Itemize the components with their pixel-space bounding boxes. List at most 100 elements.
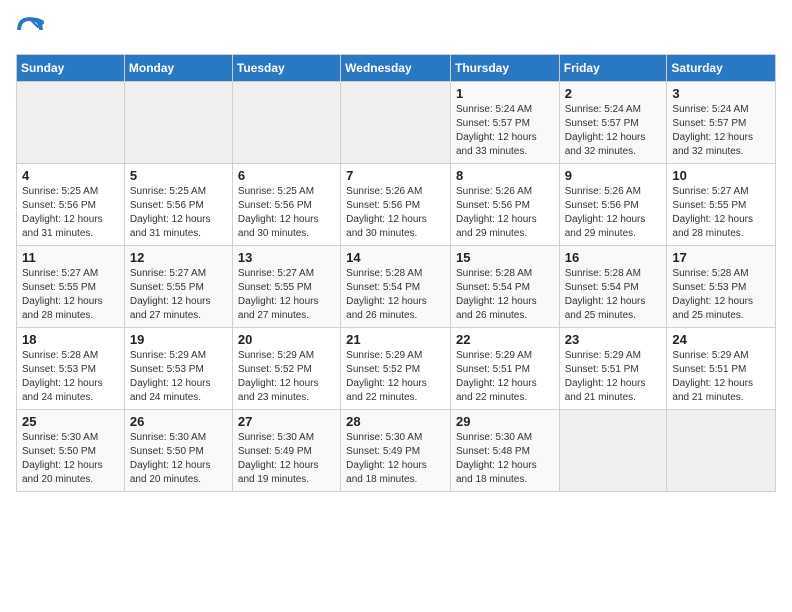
calendar-header: SundayMondayTuesdayWednesdayThursdayFrid…	[17, 55, 776, 82]
day-cell: 5 Sunrise: 5:25 AM Sunset: 5:56 PM Daylig…	[124, 164, 232, 246]
page-header	[16, 16, 776, 44]
day-info: Sunrise: 5:27 AM Sunset: 5:55 PM Dayligh…	[238, 267, 335, 323]
day-number: 28	[346, 414, 445, 429]
day-number: 12	[130, 250, 227, 265]
header-cell-thursday: Thursday	[450, 55, 559, 82]
day-cell: 26 Sunrise: 5:30 AM Sunset: 5:50 PM Dayli…	[124, 410, 232, 492]
day-cell: 11 Sunrise: 5:27 AM Sunset: 5:55 PM Dayli…	[17, 246, 125, 328]
day-cell: 18 Sunrise: 5:28 AM Sunset: 5:53 PM Dayli…	[17, 328, 125, 410]
day-number: 27	[238, 414, 335, 429]
day-number: 19	[130, 332, 227, 347]
day-number: 18	[22, 332, 119, 347]
day-cell	[559, 410, 667, 492]
week-row-3: 11 Sunrise: 5:27 AM Sunset: 5:55 PM Dayli…	[17, 246, 776, 328]
day-cell: 8Sunrise: 5:26 AM Sunset: 5:56 PM Daylig…	[450, 164, 559, 246]
day-cell: 6Sunrise: 5:25 AM Sunset: 5:56 PM Daylig…	[232, 164, 340, 246]
day-cell	[667, 410, 776, 492]
day-info: Sunrise: 5:25 AM Sunset: 5:56 PM Dayligh…	[130, 185, 227, 241]
day-cell: 4 Sunrise: 5:25 AM Sunset: 5:56 PM Daylig…	[17, 164, 125, 246]
day-number: 20	[238, 332, 335, 347]
day-number: 11	[22, 250, 119, 265]
day-number: 22	[456, 332, 554, 347]
day-cell: 10 Sunrise: 5:27 AM Sunset: 5:55 PM Dayli…	[667, 164, 776, 246]
header-cell-monday: Monday	[124, 55, 232, 82]
day-info: Sunrise: 5:26 AM Sunset: 5:56 PM Dayligh…	[565, 185, 662, 241]
day-cell: 24 Sunrise: 5:29 AM Sunset: 5:51 PM Dayli…	[667, 328, 776, 410]
day-cell: 13 Sunrise: 5:27 AM Sunset: 5:55 PM Dayli…	[232, 246, 340, 328]
day-info: Sunrise: 5:29 AM Sunset: 5:52 PM Dayligh…	[346, 349, 445, 405]
day-info: Sunrise: 5:28 AM Sunset: 5:53 PM Dayligh…	[672, 267, 770, 323]
day-info: Sunrise: 5:30 AM Sunset: 5:48 PM Dayligh…	[456, 431, 554, 487]
day-cell: 28 Sunrise: 5:30 AM Sunset: 5:49 PM Dayli…	[341, 410, 451, 492]
day-info: Sunrise: 5:28 AM Sunset: 5:54 PM Dayligh…	[565, 267, 662, 323]
header-cell-sunday: Sunday	[17, 55, 125, 82]
week-row-1: 1 Sunrise: 5:24 AM Sunset: 5:57 PM Daylig…	[17, 82, 776, 164]
day-cell: 3 Sunrise: 5:24 AM Sunset: 5:57 PM Daylig…	[667, 82, 776, 164]
week-row-2: 4 Sunrise: 5:25 AM Sunset: 5:56 PM Daylig…	[17, 164, 776, 246]
day-info: Sunrise: 5:30 AM Sunset: 5:50 PM Dayligh…	[22, 431, 119, 487]
day-info: Sunrise: 5:27 AM Sunset: 5:55 PM Dayligh…	[672, 185, 770, 241]
day-number: 10	[672, 168, 770, 183]
day-info: Sunrise: 5:24 AM Sunset: 5:57 PM Dayligh…	[456, 103, 554, 159]
week-row-5: 25 Sunrise: 5:30 AM Sunset: 5:50 PM Dayli…	[17, 410, 776, 492]
day-info: Sunrise: 5:28 AM Sunset: 5:53 PM Dayligh…	[22, 349, 119, 405]
day-info: Sunrise: 5:24 AM Sunset: 5:57 PM Dayligh…	[672, 103, 770, 159]
day-number: 8	[456, 168, 554, 183]
day-number: 24	[672, 332, 770, 347]
day-cell: 29Sunrise: 5:30 AM Sunset: 5:48 PM Dayli…	[450, 410, 559, 492]
day-number: 15	[456, 250, 554, 265]
day-cell: 22 Sunrise: 5:29 AM Sunset: 5:51 PM Dayli…	[450, 328, 559, 410]
header-row: SundayMondayTuesdayWednesdayThursdayFrid…	[17, 55, 776, 82]
day-info: Sunrise: 5:30 AM Sunset: 5:49 PM Dayligh…	[346, 431, 445, 487]
day-cell: 27 Sunrise: 5:30 AM Sunset: 5:49 PM Dayli…	[232, 410, 340, 492]
day-info: Sunrise: 5:29 AM Sunset: 5:51 PM Dayligh…	[456, 349, 554, 405]
day-info: Sunrise: 5:24 AM Sunset: 5:57 PM Dayligh…	[565, 103, 662, 159]
day-cell: 19 Sunrise: 5:29 AM Sunset: 5:53 PM Dayli…	[124, 328, 232, 410]
day-number: 2	[565, 86, 662, 101]
day-number: 21	[346, 332, 445, 347]
logo-icon	[16, 16, 44, 44]
day-cell: 1 Sunrise: 5:24 AM Sunset: 5:57 PM Daylig…	[450, 82, 559, 164]
day-number: 26	[130, 414, 227, 429]
week-row-4: 18 Sunrise: 5:28 AM Sunset: 5:53 PM Dayli…	[17, 328, 776, 410]
day-cell: 14Sunrise: 5:28 AM Sunset: 5:54 PM Dayli…	[341, 246, 451, 328]
day-number: 16	[565, 250, 662, 265]
day-info: Sunrise: 5:26 AM Sunset: 5:56 PM Dayligh…	[346, 185, 445, 241]
day-number: 25	[22, 414, 119, 429]
header-cell-saturday: Saturday	[667, 55, 776, 82]
day-info: Sunrise: 5:30 AM Sunset: 5:50 PM Dayligh…	[130, 431, 227, 487]
day-cell	[232, 82, 340, 164]
day-cell	[341, 82, 451, 164]
day-info: Sunrise: 5:29 AM Sunset: 5:53 PM Dayligh…	[130, 349, 227, 405]
logo	[16, 16, 48, 44]
day-cell: 7 Sunrise: 5:26 AM Sunset: 5:56 PM Daylig…	[341, 164, 451, 246]
day-cell: 23Sunrise: 5:29 AM Sunset: 5:51 PM Dayli…	[559, 328, 667, 410]
day-cell: 9 Sunrise: 5:26 AM Sunset: 5:56 PM Daylig…	[559, 164, 667, 246]
day-number: 3	[672, 86, 770, 101]
day-info: Sunrise: 5:29 AM Sunset: 5:51 PM Dayligh…	[672, 349, 770, 405]
day-info: Sunrise: 5:30 AM Sunset: 5:49 PM Dayligh…	[238, 431, 335, 487]
day-info: Sunrise: 5:27 AM Sunset: 5:55 PM Dayligh…	[130, 267, 227, 323]
day-info: Sunrise: 5:29 AM Sunset: 5:52 PM Dayligh…	[238, 349, 335, 405]
day-number: 5	[130, 168, 227, 183]
day-info: Sunrise: 5:27 AM Sunset: 5:55 PM Dayligh…	[22, 267, 119, 323]
day-cell: 17Sunrise: 5:28 AM Sunset: 5:53 PM Dayli…	[667, 246, 776, 328]
calendar-table: SundayMondayTuesdayWednesdayThursdayFrid…	[16, 54, 776, 492]
day-number: 13	[238, 250, 335, 265]
header-cell-friday: Friday	[559, 55, 667, 82]
day-cell: 16 Sunrise: 5:28 AM Sunset: 5:54 PM Dayli…	[559, 246, 667, 328]
day-cell: 2 Sunrise: 5:24 AM Sunset: 5:57 PM Daylig…	[559, 82, 667, 164]
day-cell	[124, 82, 232, 164]
day-info: Sunrise: 5:29 AM Sunset: 5:51 PM Dayligh…	[565, 349, 662, 405]
day-info: Sunrise: 5:25 AM Sunset: 5:56 PM Dayligh…	[22, 185, 119, 241]
day-number: 1	[456, 86, 554, 101]
day-number: 9	[565, 168, 662, 183]
day-cell: 25 Sunrise: 5:30 AM Sunset: 5:50 PM Dayli…	[17, 410, 125, 492]
day-cell: 12 Sunrise: 5:27 AM Sunset: 5:55 PM Dayli…	[124, 246, 232, 328]
day-number: 14	[346, 250, 445, 265]
header-cell-tuesday: Tuesday	[232, 55, 340, 82]
day-number: 4	[22, 168, 119, 183]
day-cell: 15Sunrise: 5:28 AM Sunset: 5:54 PM Dayli…	[450, 246, 559, 328]
day-number: 6	[238, 168, 335, 183]
day-number: 7	[346, 168, 445, 183]
